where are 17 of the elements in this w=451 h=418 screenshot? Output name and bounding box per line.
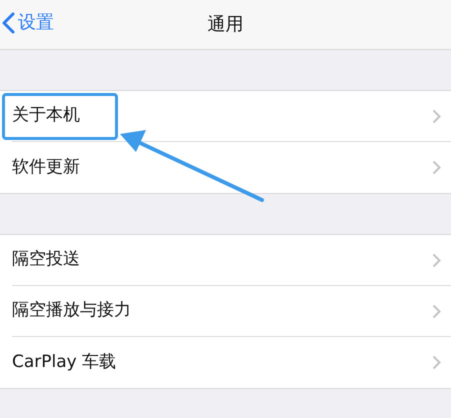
row-label: 隔空播放与接力 [12,299,131,322]
chevron-icon [432,108,441,124]
chevron-icon [432,355,441,370]
chevron-icon [432,304,441,318]
row-label: 隔空投送 [12,248,80,272]
row-label: CarPlay 车载 [12,350,116,374]
settings-row[interactable]: 软件更新 [12,142,451,193]
chevron-icon [432,160,441,175]
page-title: 通用 [208,13,244,37]
settings-row[interactable]: 隔空播放与接力 [12,286,451,337]
back-chevron-icon [2,12,15,34]
row-label: 软件更新 [12,156,80,179]
chevron-icon [432,252,441,268]
back-button[interactable]: 设置 [2,9,54,36]
settings-row[interactable]: 隔空投送 [12,235,451,286]
settings-row[interactable]: CarPlay 车载 [12,337,451,388]
row-label: 关于本机 [12,104,80,128]
